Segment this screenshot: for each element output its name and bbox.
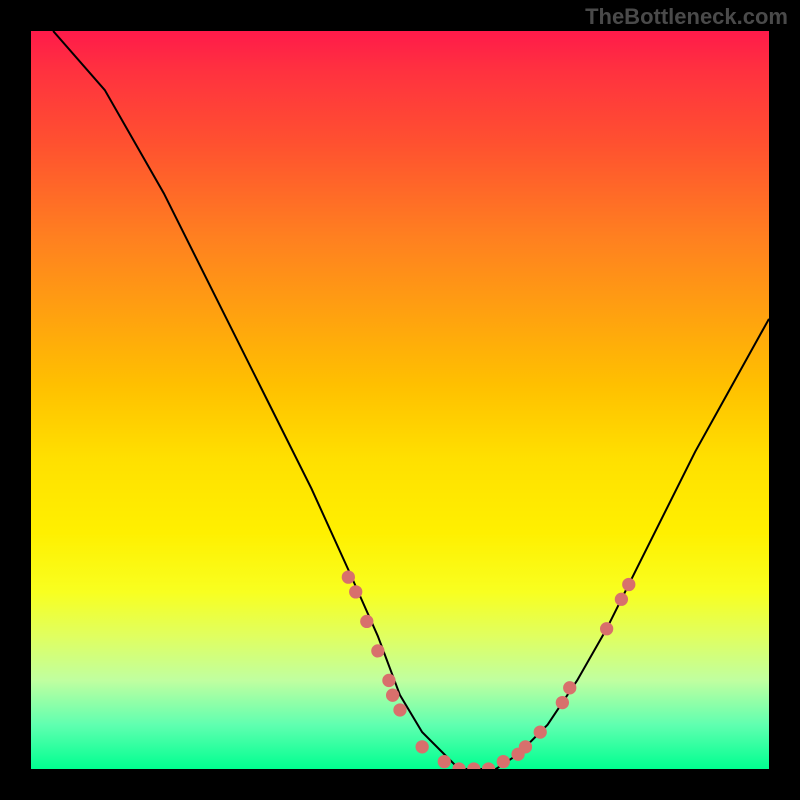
- data-point: [342, 570, 355, 583]
- data-point: [482, 762, 495, 769]
- data-point-markers: [342, 570, 636, 769]
- data-point: [615, 593, 628, 606]
- data-point: [497, 755, 510, 768]
- watermark-text: TheBottleneck.com: [585, 4, 788, 30]
- data-point: [371, 644, 384, 657]
- bottleneck-curve: [53, 31, 769, 769]
- data-point: [349, 585, 362, 598]
- data-point: [386, 689, 399, 702]
- data-point: [393, 703, 406, 716]
- data-point: [600, 622, 613, 635]
- curve-svg: [31, 31, 769, 769]
- data-point: [556, 696, 569, 709]
- data-point: [438, 755, 451, 768]
- data-point: [563, 681, 576, 694]
- data-point: [382, 674, 395, 687]
- plot-area: [31, 31, 769, 769]
- chart-container: TheBottleneck.com: [0, 0, 800, 800]
- data-point: [519, 740, 532, 753]
- data-point: [415, 740, 428, 753]
- data-point: [534, 725, 547, 738]
- data-point: [467, 762, 480, 769]
- data-point: [622, 578, 635, 591]
- data-point: [360, 615, 373, 628]
